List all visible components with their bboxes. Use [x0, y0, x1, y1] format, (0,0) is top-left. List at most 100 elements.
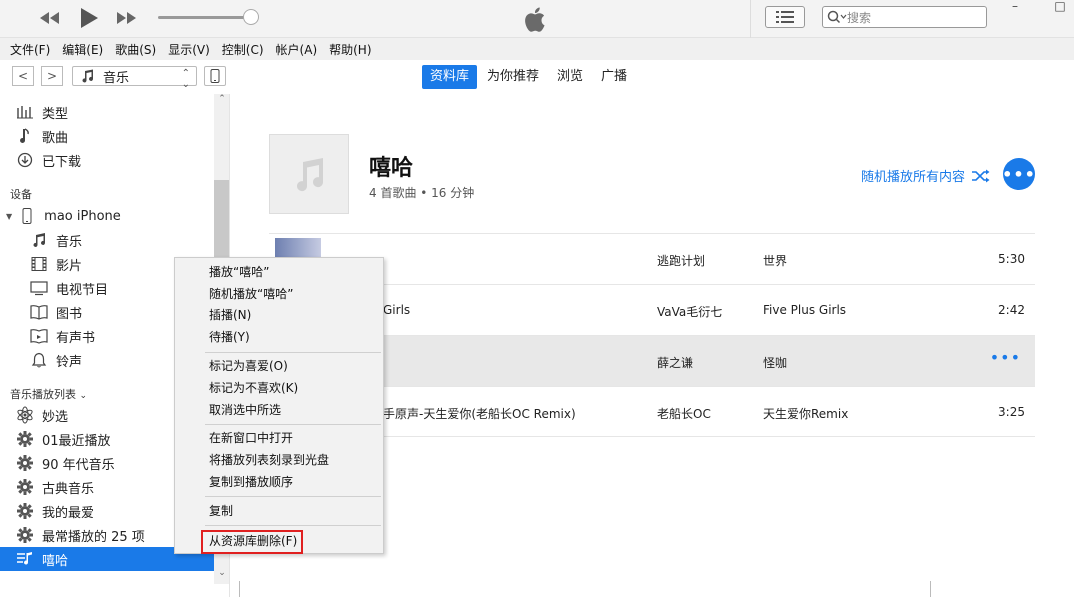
- menu-divider: [205, 525, 381, 526]
- status-bar-divider: [930, 581, 931, 597]
- track-artist: 老船长OC: [657, 407, 711, 421]
- menu-item-dislike[interactable]: 标记为不喜欢(K): [209, 378, 298, 398]
- sidebar-item-label: 我的最爱: [42, 505, 95, 521]
- shuffle-icon: [972, 169, 990, 182]
- sidebar-item-label: 歌曲: [42, 130, 69, 146]
- sidebar-item-downloaded[interactable]: 已下载: [0, 148, 214, 172]
- more-options-button[interactable]: •••: [1002, 158, 1035, 190]
- track-artwork: [275, 238, 321, 258]
- tab-for-you[interactable]: 为你推荐: [479, 65, 547, 89]
- tab-browse[interactable]: 浏览: [549, 65, 591, 89]
- menu-item-uncheck[interactable]: 取消选中所选: [209, 400, 281, 420]
- status-bar-divider: [239, 581, 240, 597]
- device-button[interactable]: [204, 66, 226, 86]
- menu-file[interactable]: 文件(F): [10, 41, 50, 58]
- gear-icon: [16, 502, 34, 520]
- track-name: Girls: [383, 303, 411, 317]
- volume-slider[interactable]: [158, 16, 252, 19]
- track-duration: 5:30: [998, 252, 1025, 266]
- collapse-triangle-icon[interactable]: ▼: [6, 212, 12, 221]
- sidebar-item-label: 已下载: [42, 154, 82, 170]
- scroll-up-icon[interactable]: ⌃: [214, 94, 229, 108]
- chevron-down-icon: ⌄: [79, 391, 88, 401]
- sidebar-item-songs[interactable]: 歌曲: [0, 124, 214, 148]
- search-icon: [827, 10, 847, 24]
- library-tabs: 资料库 为你推荐 浏览 广播: [422, 65, 637, 89]
- shuffle-all-button[interactable]: 随机播放所有内容: [861, 166, 991, 185]
- sidebar-item-genres[interactable]: 类型: [0, 100, 214, 124]
- track-album: 怪咖: [763, 356, 788, 370]
- track-album: 世界: [763, 254, 788, 268]
- playlist-title: 嘻哈: [369, 156, 414, 181]
- track-artist: 薛之谦: [657, 356, 694, 370]
- menu-item-burn-disc[interactable]: 将播放列表刻录到光盘: [209, 450, 329, 470]
- shuffle-all-label: 随机播放所有内容: [861, 170, 966, 185]
- track-duration: 3:25: [998, 405, 1025, 419]
- track-album: 天生爱你Remix: [763, 407, 849, 421]
- list-icon: [776, 11, 794, 23]
- menu-item-play[interactable]: 播放“嘻哈”: [209, 262, 269, 282]
- track-duration: 2:42: [998, 303, 1025, 317]
- tv-icon: [30, 279, 48, 297]
- volume-slider-knob[interactable]: [243, 9, 259, 25]
- up-next-list-button[interactable]: [765, 6, 805, 28]
- menu-item-love[interactable]: 标记为喜爱(O): [209, 356, 288, 376]
- menu-divider: [205, 352, 381, 353]
- play-icon[interactable]: [78, 6, 100, 35]
- menu-song[interactable]: 歌曲(S): [115, 41, 156, 58]
- player-toolbar: 搜索 – □: [0, 0, 1074, 38]
- playlist-icon: [16, 550, 34, 568]
- menu-view[interactable]: 显示(V): [168, 41, 210, 58]
- menu-item-play-later[interactable]: 待播(Y): [209, 327, 250, 347]
- apple-logo-icon: [520, 3, 552, 35]
- tab-library[interactable]: 资料库: [422, 65, 478, 89]
- sidebar-item-label: 有声书: [56, 330, 96, 346]
- playlist-subtitle: 4 首歌曲 • 16 分钟: [369, 186, 475, 200]
- menu-item-copy[interactable]: 复制: [209, 501, 233, 521]
- menu-account[interactable]: 帐户(A): [276, 41, 318, 58]
- sidebar-item-label: 90 年代音乐: [42, 457, 115, 473]
- download-icon: [16, 151, 34, 169]
- media-source-select[interactable]: 音乐 ⌃ ⌄: [72, 66, 197, 90]
- bell-icon: [30, 351, 48, 369]
- music-note-icon: [82, 69, 93, 83]
- playlist-artwork: [269, 134, 349, 214]
- sidebar-item-device-music[interactable]: 音乐: [0, 228, 214, 252]
- menu-item-copy-to-queue[interactable]: 复制到播放顺序: [209, 472, 293, 492]
- track-artist: VaVa毛衍七: [657, 305, 723, 319]
- sidebar-header-devices: 设备: [10, 188, 32, 201]
- track-more-button[interactable]: •••: [990, 348, 1021, 367]
- maximize-button[interactable]: □: [1046, 0, 1074, 14]
- delete-highlight-box: [201, 530, 303, 554]
- minimize-button[interactable]: –: [1001, 0, 1029, 14]
- gear-icon: [16, 526, 34, 544]
- search-input[interactable]: 搜索: [822, 6, 987, 28]
- iphone-icon: [18, 207, 36, 225]
- rewind-icon[interactable]: [38, 6, 62, 35]
- gear-icon: [16, 478, 34, 496]
- menu-divider: [205, 424, 381, 425]
- sidebar-item-label: 类型: [42, 106, 69, 122]
- menu-controls[interactable]: 控制(C): [222, 41, 264, 58]
- sidebar-header-playlists[interactable]: 音乐播放列表 ⌄: [10, 386, 87, 402]
- menu-item-shuffle[interactable]: 随机播放“嘻哈”: [209, 284, 293, 304]
- tab-radio[interactable]: 广播: [593, 65, 635, 89]
- menu-help[interactable]: 帮助(H): [329, 41, 371, 58]
- sidebar-item-label: 最常播放的 25 项: [42, 529, 145, 545]
- playlists-header-label: 音乐播放列表: [10, 388, 76, 401]
- back-button[interactable]: <: [12, 66, 34, 86]
- menu-edit[interactable]: 编辑(E): [62, 41, 103, 58]
- sidebar-item-label: 01最近播放: [42, 433, 111, 449]
- track-name: 手原声-天生爱你(老船长OC Remix): [383, 407, 576, 421]
- note-icon: [16, 127, 34, 145]
- genius-icon: [16, 406, 34, 424]
- gear-icon: [16, 430, 34, 448]
- sidebar-item-device[interactable]: ▼ mao iPhone: [0, 204, 214, 228]
- track-artist: 逃跑计划: [657, 254, 706, 268]
- scroll-down-icon[interactable]: ⌄: [214, 568, 229, 582]
- media-source-label: 音乐: [103, 70, 130, 86]
- forward-button[interactable]: >: [41, 66, 63, 86]
- menu-item-play-next[interactable]: 插播(N): [209, 305, 251, 325]
- fast-forward-icon[interactable]: [114, 6, 138, 35]
- menu-item-open-new-window[interactable]: 在新窗口中打开: [209, 428, 293, 448]
